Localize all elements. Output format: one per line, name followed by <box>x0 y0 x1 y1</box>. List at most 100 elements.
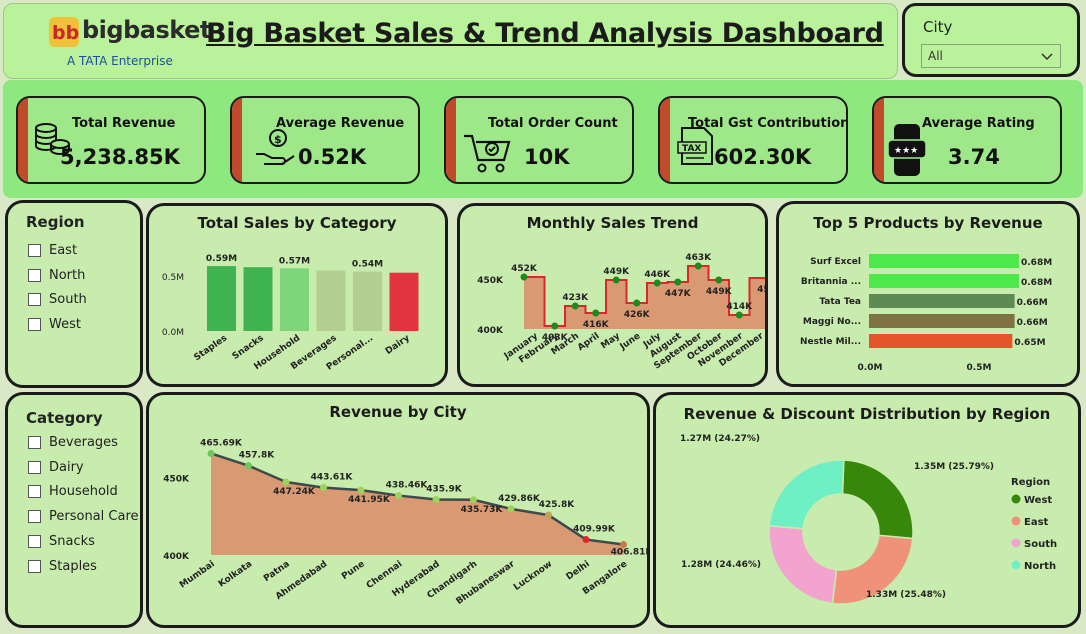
y-tick-label: 400K <box>477 326 504 336</box>
y-tick-label: 450K <box>477 276 504 286</box>
data-label: 463K <box>685 253 712 263</box>
x-tick-label: April <box>576 331 601 353</box>
region-option-north[interactable]: North <box>28 268 85 283</box>
kpi-value: 602.30K <box>714 145 812 169</box>
checkbox[interactable] <box>28 318 41 331</box>
svg-text:★★★: ★★★ <box>894 146 918 156</box>
x-tick-label: Kolkata <box>217 559 254 589</box>
data-point <box>507 505 515 513</box>
category-option-staples[interactable]: Staples <box>28 559 97 574</box>
svg-text:bb: bb <box>52 22 79 44</box>
category-option-label: Dairy <box>49 460 84 475</box>
chart-title: Total Sales by Category <box>197 214 397 232</box>
data-label: 0.68M <box>1021 258 1052 268</box>
x-tick-label: 0.0M <box>858 363 883 373</box>
data-point <box>282 478 290 486</box>
data-label: 457.8K <box>239 451 275 461</box>
data-label: 1.27M (24.27%) <box>680 434 760 444</box>
category-option-label: Snacks <box>49 534 95 549</box>
data-label: 0.65M <box>1014 338 1045 348</box>
header-bar: bb bigbasket A TATA Enterprise Big Baske… <box>3 3 898 79</box>
x-tick-label: Mumbai <box>178 559 217 590</box>
kpi-label: Total Revenue <box>72 116 176 131</box>
top-products-chart: Surf Excel 0.68M Britannia ... 0.68M Tata Te… <box>800 254 1052 373</box>
region-option-south[interactable]: South <box>28 292 87 307</box>
data-point <box>715 276 723 284</box>
x-tick-label: Staples <box>192 333 229 363</box>
legend-marker <box>1011 494 1021 504</box>
bar <box>869 314 1015 328</box>
legend-label: North <box>1024 561 1056 572</box>
data-label: 406.81K <box>611 547 647 557</box>
bar <box>243 267 273 331</box>
checkbox[interactable] <box>28 485 41 498</box>
region-option-east[interactable]: East <box>28 243 77 258</box>
y-tick-label: Surf Excel <box>810 257 861 267</box>
data-label: 451K <box>757 285 765 295</box>
bigbasket-logo: bb bigbasket A TATA Enterprise <box>48 14 211 70</box>
kpi-value: 3.74 <box>948 145 1000 169</box>
data-point <box>582 536 590 544</box>
data-point <box>551 322 559 330</box>
legend-label: East <box>1024 517 1049 528</box>
logo-subtitle: A TATA Enterprise <box>67 54 173 68</box>
checkbox[interactable] <box>28 436 41 449</box>
region-slicer-title: Region <box>26 213 85 231</box>
checkbox[interactable] <box>28 535 41 548</box>
monthly-trend-panel: Monthly Sales Trend 450K 400K 452K January 4… <box>457 203 768 387</box>
data-point <box>735 311 743 319</box>
data-label: 446K <box>644 270 671 280</box>
kpi-accent-bar <box>874 98 884 182</box>
kpi-label: Average Rating <box>922 116 1035 131</box>
legend-marker <box>1011 538 1021 548</box>
data-label: 0.68M <box>1021 278 1052 288</box>
city-filter[interactable]: City All <box>902 3 1080 77</box>
checkbox[interactable] <box>28 244 41 257</box>
data-label: 1.35M (25.79%) <box>914 462 994 472</box>
region-option-west[interactable]: West <box>28 317 81 332</box>
data-point <box>395 492 402 500</box>
kpi-card-average-rating: ★★★ Average Rating 3.74 <box>872 96 1062 184</box>
region-option-label: North <box>49 268 86 283</box>
category-option-personal-care[interactable]: Personal Care <box>28 509 139 524</box>
bar <box>869 334 1013 348</box>
checkbox[interactable] <box>28 269 41 282</box>
y-tick-label: 0.5M <box>162 273 184 283</box>
legend-label: West <box>1024 495 1052 506</box>
data-label: 449K <box>603 267 630 277</box>
legend-label: South <box>1024 539 1057 550</box>
data-label: 416K <box>583 320 610 330</box>
chart-title: Revenue by City <box>329 403 467 421</box>
bar <box>869 274 1019 288</box>
data-point <box>545 511 552 519</box>
category-option-household[interactable]: Household <box>28 484 118 499</box>
data-label: 449K <box>706 287 733 297</box>
svg-text:TAX: TAX <box>682 144 701 154</box>
y-tick-label: Britannia ... <box>801 277 861 287</box>
monthly-trend-chart: 450K400K452KJanuary 403KFebruary423KMarch… <box>477 253 765 371</box>
category-option-dairy[interactable]: Dairy <box>28 460 84 475</box>
data-label: 452K <box>511 264 538 274</box>
city-dropdown[interactable]: All <box>921 44 1061 68</box>
checkbox[interactable] <box>28 461 41 474</box>
region-option-label: West <box>49 317 81 332</box>
checkbox[interactable] <box>28 510 41 523</box>
kpi-accent-bar <box>18 98 28 182</box>
data-point <box>470 496 477 504</box>
x-tick-label: Dairy <box>384 333 412 357</box>
data-label: 441.95K <box>348 495 391 505</box>
kpi-accent-bar <box>660 98 670 182</box>
category-slicer-title: Category <box>26 409 103 427</box>
checkbox[interactable] <box>28 293 41 306</box>
checkbox[interactable] <box>28 560 41 573</box>
data-point <box>571 302 579 310</box>
kpi-card-total-order-count: Total Order Count 10K <box>444 96 634 184</box>
data-point <box>245 462 252 470</box>
y-tick-label: 400K <box>163 552 190 562</box>
kpi-label: Total Order Count <box>488 116 618 131</box>
kpi-card-total-gst: TAX Total Gst Contribution 602.30K <box>658 96 848 184</box>
kpi-card-total-revenue: Total Revenue 5,238.85K <box>16 96 206 184</box>
category-option-snacks[interactable]: Snacks <box>28 534 95 549</box>
category-option-beverages[interactable]: Beverages <box>28 435 118 450</box>
data-label: 1.28M (24.46%) <box>681 560 761 570</box>
